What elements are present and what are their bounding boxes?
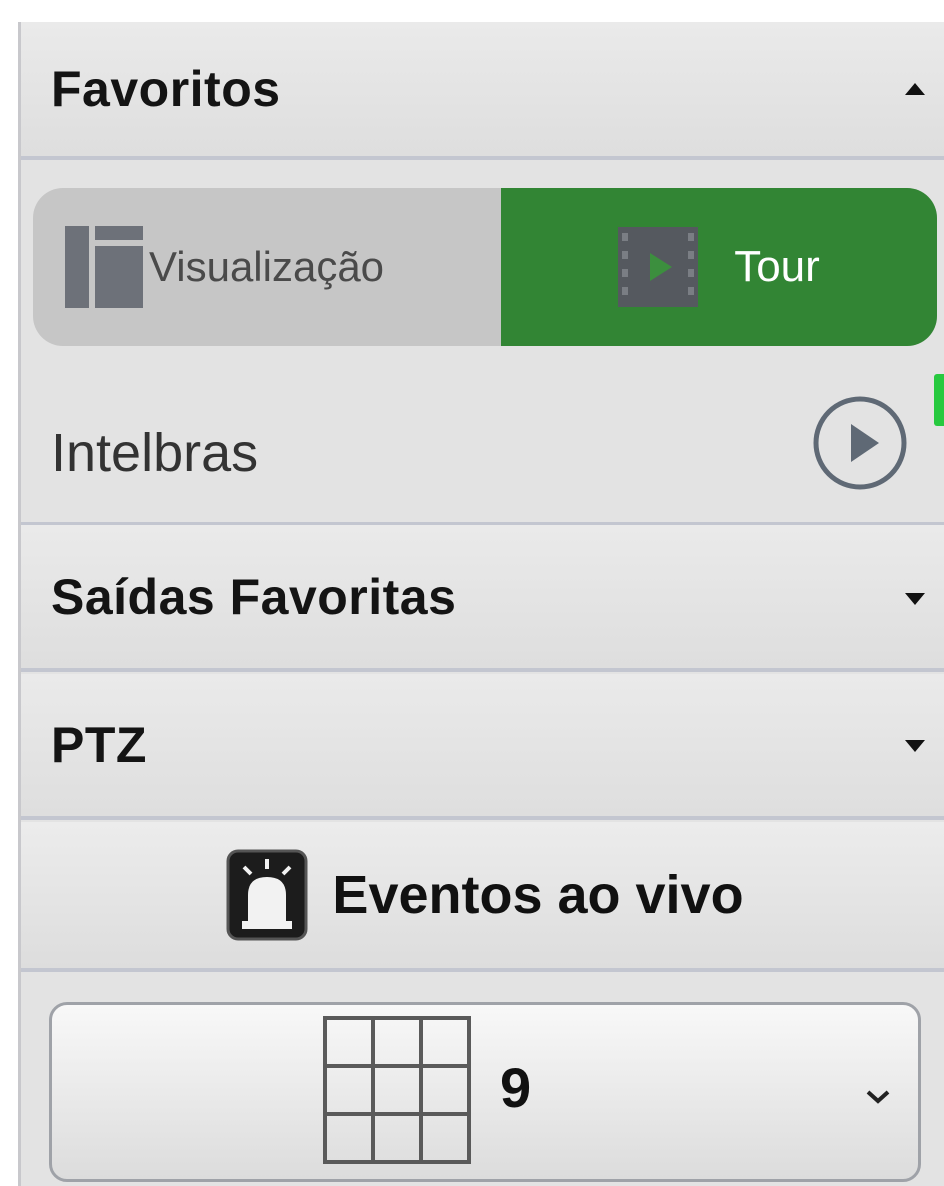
- tour-item-label[interactable]: Intelbras: [51, 422, 258, 484]
- ptz-title: PTZ: [51, 717, 147, 773]
- saidas-favoritas-title: Saídas Favoritas: [51, 568, 457, 625]
- alarm-light-icon: [226, 849, 308, 941]
- layout-value: 9: [500, 1056, 532, 1119]
- favoritos-mode-toggle: Visualização Tour: [33, 188, 937, 346]
- grid-3x3-icon: [323, 1016, 471, 1164]
- chevron-down-icon: [866, 1090, 890, 1104]
- status-marker: [934, 374, 944, 426]
- saidas-favoritas-header[interactable]: Saídas Favoritas: [21, 522, 944, 672]
- side-panel: Favoritos Visualização Tour Intelbras Sa…: [18, 22, 944, 1186]
- live-events-button[interactable]: Eventos ao vivo: [21, 822, 944, 972]
- tab-visualizacao-label: Visualização: [149, 243, 385, 290]
- tab-tour[interactable]: Tour: [501, 188, 937, 346]
- live-events-label: Eventos ao vivo: [332, 865, 744, 925]
- play-circle-icon[interactable]: [811, 394, 909, 492]
- layout-select[interactable]: 9: [49, 1002, 921, 1182]
- layout-icon: [65, 226, 143, 308]
- ptz-header[interactable]: PTZ: [21, 674, 944, 820]
- tab-visualizacao[interactable]: Visualização: [33, 188, 501, 346]
- expand-down-icon: [905, 593, 925, 605]
- film-play-icon: [618, 227, 699, 307]
- tab-tour-label: Tour: [734, 242, 820, 291]
- favoritos-header[interactable]: Favoritos: [21, 22, 944, 160]
- favoritos-title: Favoritos: [51, 61, 281, 117]
- collapse-up-icon: [905, 83, 925, 95]
- expand-down-icon: [905, 740, 925, 752]
